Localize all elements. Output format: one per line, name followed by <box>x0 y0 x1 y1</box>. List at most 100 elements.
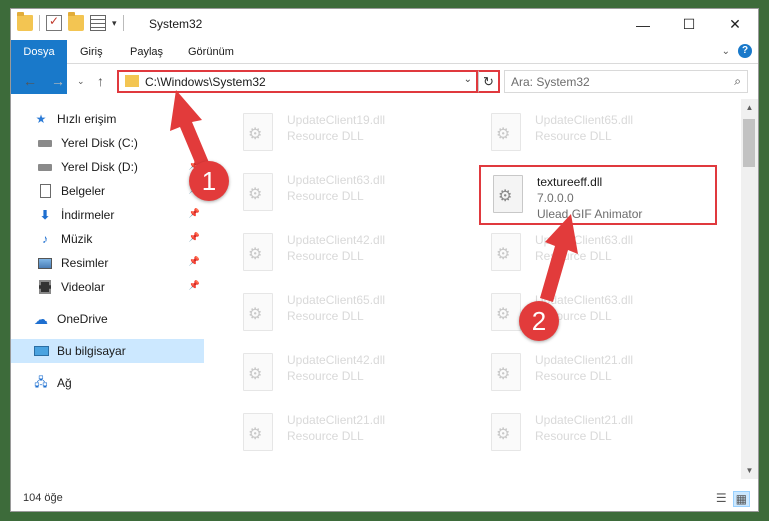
file-name: UpdateClient21.dll <box>535 413 634 427</box>
scrollbar-thumb[interactable] <box>743 119 755 167</box>
pictures-icon <box>37 255 53 271</box>
sidebar-item-downloads[interactable]: ⬇ İndirmeler 📌 <box>11 203 204 227</box>
ribbon-tabs: Dosya Giriş Paylaş Görünüm ⌄ ? <box>11 40 758 94</box>
sidebar-item-network[interactable]: 🖧 Ağ <box>11 371 204 395</box>
sidebar-item-videos[interactable]: Videolar 📌 <box>11 275 204 299</box>
details-view-icon[interactable]: ☰ <box>716 491 727 507</box>
sidebar-item-label: OneDrive <box>57 312 108 326</box>
divider <box>122 15 124 31</box>
address-path[interactable]: C:\Windows\System32 <box>145 75 266 89</box>
properties-icon[interactable] <box>46 14 62 31</box>
star-icon: ★ <box>35 112 47 126</box>
quick-access-toolbar: ▾ <box>17 12 124 31</box>
file-item[interactable]: UpdateClient42.dll Resource DLL <box>231 345 459 399</box>
file-description: Ulead GIF Animator <box>537 207 643 221</box>
large-icons-view-icon[interactable]: ▦ <box>732 491 750 507</box>
back-arrow-icon[interactable]: ← <box>23 73 37 89</box>
pin-icon[interactable]: 📌 <box>189 256 200 267</box>
file-item[interactable]: UpdateClient63.dll Resource DLL <box>479 225 707 279</box>
drive-icon <box>37 135 53 151</box>
new-folder-icon[interactable] <box>68 12 84 31</box>
pin-icon[interactable]: 📌 <box>189 208 200 219</box>
highlighted-file-item[interactable]: textureeff.dll 7.0.0.0 Ulead GIF Animato… <box>479 165 717 225</box>
pin-icon[interactable]: 📌 <box>189 136 200 147</box>
callout-badge-2: 2 <box>519 301 559 341</box>
file-name: UpdateClient65.dll <box>287 293 386 307</box>
item-count: 104 öğe <box>23 492 63 504</box>
up-arrow-icon[interactable]: ↑ <box>97 73 104 89</box>
scroll-down-icon[interactable]: ▼ <box>741 466 758 475</box>
dll-file-icon <box>491 113 521 151</box>
sidebar-item-music[interactable]: ♪ Müzik 📌 <box>11 227 204 251</box>
scroll-up-icon[interactable]: ▲ <box>741 103 758 112</box>
file-version: 7.0.0.0 <box>537 191 574 205</box>
file-list: UpdateClient19.dll Resource DLL UpdateCl… <box>221 99 731 479</box>
file-item[interactable]: UpdateClient63.dll Resource DLL <box>231 165 459 219</box>
sidebar-item-onedrive[interactable]: ☁ OneDrive <box>11 307 204 331</box>
drive-icon <box>37 159 53 175</box>
view-switcher: ☰ ▦ <box>716 491 750 507</box>
chevron-down-icon[interactable]: ⌄ <box>464 74 472 85</box>
sidebar-item-pictures[interactable]: Resimler 📌 <box>11 251 204 275</box>
sidebar-item-documents[interactable]: Belgeler 📌 <box>11 179 204 203</box>
sidebar-item-label: Ağ <box>57 376 72 390</box>
download-icon: ⬇ <box>39 208 51 222</box>
search-box[interactable]: ⌕ <box>504 70 748 93</box>
file-item[interactable]: UpdateClient21.dll Resource DLL <box>231 405 459 459</box>
window-controls: — ☐ ✕ <box>620 9 758 40</box>
minimize-button[interactable]: — <box>620 9 666 40</box>
view-options-icon[interactable] <box>90 15 106 31</box>
pin-icon[interactable]: 📌 <box>189 280 200 291</box>
tab-home[interactable]: Giriş <box>71 40 112 64</box>
forward-arrow-icon[interactable]: → <box>51 73 65 89</box>
file-item[interactable]: UpdateClient63.dll Resource DLL <box>479 285 707 339</box>
dll-file-icon <box>243 173 273 211</box>
sidebar-item-label: Müzik <box>61 232 93 246</box>
file-description: Resource DLL <box>535 429 612 443</box>
file-description: Resource DLL <box>535 129 612 143</box>
vertical-scrollbar[interactable]: ▲ ▼ <box>741 99 758 479</box>
file-item[interactable]: UpdateClient19.dll Resource DLL <box>231 105 459 159</box>
address-bar[interactable]: C:\Windows\System32 ⌄ <box>117 70 478 93</box>
expand-ribbon-icon[interactable]: ⌄ <box>722 46 730 57</box>
file-item[interactable]: UpdateClient21.dll Resource DLL <box>479 405 707 459</box>
close-button[interactable]: ✕ <box>712 9 758 40</box>
dll-file-icon <box>243 233 273 271</box>
sidebar-item-local-disk-c[interactable]: Yerel Disk (C:) 📌 <box>11 131 204 155</box>
refresh-button[interactable]: ↻ <box>478 70 500 93</box>
sidebar-item-label: Belgeler <box>61 184 106 198</box>
maximize-button[interactable]: ☐ <box>666 9 712 40</box>
dll-file-icon <box>491 353 521 391</box>
sidebar-item-this-pc[interactable]: Bu bilgisayar <box>11 339 204 363</box>
sidebar-item-local-disk-d[interactable]: Yerel Disk (D:) 📌 <box>11 155 204 179</box>
help-icon[interactable]: ? <box>738 44 752 58</box>
recent-locations-icon[interactable]: ⌄ <box>77 76 85 87</box>
pin-icon[interactable]: 📌 <box>189 232 200 243</box>
file-description: Resource DLL <box>287 129 364 143</box>
computer-icon <box>33 343 49 359</box>
search-input[interactable] <box>511 72 711 91</box>
sidebar-item-quick-access[interactable]: ★ Hızlı erişim <box>11 107 204 131</box>
dll-file-icon <box>491 293 521 331</box>
sidebar-item-label: İndirmeler <box>61 208 115 222</box>
explorer-window: ▾ System32 — ☐ ✕ Dosya Giriş Paylaş Görü… <box>10 8 759 512</box>
tab-view[interactable]: Görünüm <box>179 40 243 64</box>
dll-file-icon <box>243 113 273 151</box>
customize-toolbar-icon[interactable]: ▾ <box>112 18 117 29</box>
dll-file-icon <box>243 353 273 391</box>
cloud-icon: ☁ <box>34 310 48 327</box>
file-item[interactable]: UpdateClient65.dll Resource DLL <box>231 285 459 339</box>
dll-file-icon <box>491 413 521 451</box>
folder-icon <box>125 75 139 87</box>
search-icon[interactable]: ⌕ <box>734 74 741 89</box>
file-name: UpdateClient63.dll <box>535 233 634 247</box>
file-description: Resource DLL <box>287 369 364 383</box>
callout-badge-1: 1 <box>189 161 229 201</box>
file-item[interactable]: UpdateClient42.dll Resource DLL <box>231 225 459 279</box>
file-description: Resource DLL <box>287 309 364 323</box>
file-name: UpdateClient42.dll <box>287 353 386 367</box>
file-name: UpdateClient65.dll <box>535 113 634 127</box>
file-item[interactable]: UpdateClient65.dll Resource DLL <box>479 105 707 159</box>
file-item[interactable]: UpdateClient21.dll Resource DLL <box>479 345 707 399</box>
tab-share[interactable]: Paylaş <box>121 40 172 64</box>
